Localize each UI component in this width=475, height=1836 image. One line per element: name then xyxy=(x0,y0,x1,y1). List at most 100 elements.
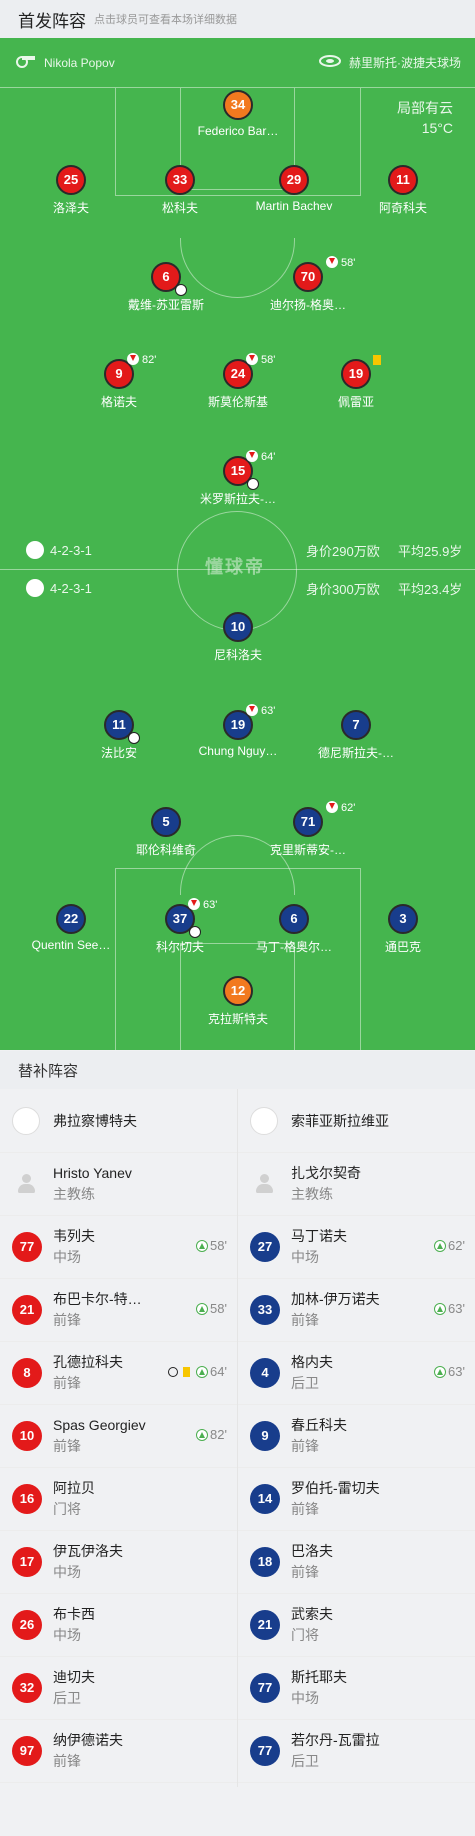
team-name: 弗拉察博特夫 xyxy=(53,1112,137,1129)
coach-avatar-icon xyxy=(16,1174,36,1194)
sub-player-number: 4 xyxy=(250,1358,280,1388)
referee-name: Nikola Popov xyxy=(44,55,115,70)
player-number: 12 xyxy=(223,976,253,1006)
sub-player-row[interactable]: 21 武索夫 门将 xyxy=(238,1594,475,1657)
sub-player-row[interactable]: 77 斯托耶夫 中场 xyxy=(238,1657,475,1720)
player-home-6[interactable]: 6 戴维-苏亚雷斯 xyxy=(106,262,226,313)
sub-player-row[interactable]: 17 伊瓦伊洛夫 中场 xyxy=(0,1531,237,1594)
home-coach-row[interactable]: Hristo Yanev 主教练 xyxy=(0,1153,237,1216)
player-away-3[interactable]: 3 通巴克 xyxy=(343,904,463,955)
sub-out-badge: 58' xyxy=(246,353,275,366)
sub-player-row[interactable]: 18 巴洛夫 前锋 xyxy=(238,1531,475,1594)
sub-in-time: 64' xyxy=(168,1364,227,1379)
player-away-22[interactable]: 22 Quentin See… xyxy=(11,904,131,952)
player-number: 3 xyxy=(388,904,418,934)
sub-player-position: 前锋 xyxy=(291,1312,319,1328)
sub-player-number: 16 xyxy=(12,1484,42,1514)
away-coach-row[interactable]: 扎戈尔契奇 主教练 xyxy=(238,1153,475,1216)
sub-in-time: 58' xyxy=(196,1301,227,1316)
player-away-71[interactable]: 71 克里斯蒂安-… 62' xyxy=(248,801,368,858)
weather: 局部有云 15°C xyxy=(397,98,453,138)
sub-player-name: 伊瓦伊洛夫 xyxy=(53,1543,123,1559)
sub-player-position: 中场 xyxy=(53,1249,81,1265)
sub-player-position: 后卫 xyxy=(53,1690,81,1706)
player-away-37[interactable]: 37 科尔切夫 63' xyxy=(120,898,240,955)
player-home-34[interactable]: 34 Federico Bar… xyxy=(178,90,298,138)
pitch: Nikola Popov 赫里斯托·波捷夫球场 局部有云 15°C 34 Fed… xyxy=(0,38,475,1050)
match-info-bar: Nikola Popov 赫里斯托·波捷夫球场 xyxy=(0,38,475,88)
sub-out-icon xyxy=(326,256,338,268)
team-logo-icon xyxy=(12,1106,40,1135)
stadium-icon xyxy=(319,55,341,70)
player-away-11[interactable]: 11 法比安 xyxy=(59,710,179,761)
sub-player-number: 32 xyxy=(12,1673,42,1703)
sub-player-position: 后卫 xyxy=(291,1753,319,1769)
sub-player-row[interactable]: 32 迪切夫 后卫 xyxy=(0,1657,237,1720)
sub-out-badge: 63' xyxy=(246,704,275,717)
sub-player-row[interactable]: 4 格内夫 后卫 63' xyxy=(238,1342,475,1405)
player-home-25[interactable]: 25 洛泽夫 xyxy=(11,165,131,216)
sub-in-time: 82' xyxy=(196,1427,227,1442)
sub-in-icon xyxy=(196,1365,209,1378)
sub-player-row[interactable]: 8 孔德拉科夫 前锋 64' xyxy=(0,1342,237,1405)
sub-player-name: 孔德拉科夫 xyxy=(53,1354,123,1370)
sub-player-name: Spas Georgiev xyxy=(53,1417,146,1433)
home-subs-column: 弗拉察博特夫 Hristo Yanev 主教练 77 韦列夫 中场 58' 21 布巴卡尔-特…… xyxy=(0,1089,237,1783)
player-away-6[interactable]: 6 马丁-格奥尔… xyxy=(234,904,354,955)
player-home-33[interactable]: 33 松科夫 xyxy=(120,165,240,216)
player-away-10[interactable]: 10 尼科洛夫 xyxy=(178,612,298,663)
player-name: 格诺夫 xyxy=(100,395,137,409)
away-avg-age: 平均23.4岁 xyxy=(398,581,463,597)
player-home-19[interactable]: 19 佩雷亚 xyxy=(296,355,416,410)
sub-in-icon xyxy=(434,1365,447,1378)
sub-player-row[interactable]: 16 阿拉贝 门将 xyxy=(0,1468,237,1531)
player-name: 法比安 xyxy=(100,746,137,760)
player-home-15[interactable]: 15 米罗斯拉夫-… 64' xyxy=(178,450,298,507)
sub-player-row[interactable]: 21 布巴卡尔-特… 前锋 58' xyxy=(0,1279,237,1342)
home-team-row[interactable]: 弗拉察博特夫 xyxy=(0,1089,237,1153)
sub-player-row[interactable]: 77 若尔丹-瓦雷拉 后卫 xyxy=(238,1720,475,1783)
player-home-24[interactable]: 24 斯莫伦斯基 58' xyxy=(178,353,298,410)
yellow-card-icon xyxy=(373,355,381,365)
sub-player-name: 布巴卡尔-特… xyxy=(53,1291,142,1307)
player-home-9[interactable]: 9 格诺夫 82' xyxy=(59,353,179,410)
goal-ball-icon xyxy=(168,1366,179,1377)
player-number: 34 xyxy=(223,90,253,120)
away-team-row[interactable]: 索菲亚斯拉维亚 xyxy=(238,1089,475,1153)
venue: 赫里斯托·波捷夫球场 xyxy=(319,54,461,71)
sub-player-row[interactable]: 97 纳伊德诺夫 前锋 xyxy=(0,1720,237,1783)
sub-player-number: 77 xyxy=(12,1232,42,1262)
player-away-19[interactable]: 19 Chung Nguy… 63' xyxy=(178,704,298,758)
player-home-29[interactable]: 29 Martin Bachev xyxy=(234,165,354,213)
player-number: 6 xyxy=(279,904,309,934)
sub-player-row[interactable]: 9 春丘科夫 前锋 xyxy=(238,1405,475,1468)
sub-player-row[interactable]: 26 布卡西 中场 xyxy=(0,1594,237,1657)
player-away-12[interactable]: 12 克拉斯特夫 xyxy=(178,976,298,1027)
sub-player-row[interactable]: 14 罗伯托-雷切夫 前锋 xyxy=(238,1468,475,1531)
sub-in-icon xyxy=(196,1428,209,1441)
player-name: Martin Bachev xyxy=(255,199,333,213)
weather-temp: 15°C xyxy=(421,120,453,136)
sub-out-badge: 82' xyxy=(127,353,156,366)
player-number: 25 xyxy=(56,165,86,195)
sub-in-time: 63' xyxy=(434,1301,465,1316)
sub-player-row[interactable]: 10 Spas Georgiev 前锋 82' xyxy=(0,1405,237,1468)
home-team-summary: 4-2-3-1 身价290万欧 平均25.9岁 xyxy=(0,538,475,562)
player-away-7[interactable]: 7 德尼斯拉夫-… xyxy=(296,710,416,761)
player-away-5[interactable]: 5 耶伦科维奇 xyxy=(106,807,226,858)
player-home-11[interactable]: 11 阿奇科夫 xyxy=(343,165,463,216)
coach-avatar-icon xyxy=(254,1174,274,1194)
sub-player-row[interactable]: 27 马丁诺夫 中场 62' xyxy=(238,1216,475,1279)
whistle-icon xyxy=(16,54,36,71)
sub-player-number: 97 xyxy=(12,1736,42,1766)
sub-player-name: 布卡西 xyxy=(53,1606,95,1622)
player-home-70[interactable]: 70 迪尔扬-格奥… 58' xyxy=(248,256,368,313)
sub-player-position: 前锋 xyxy=(291,1501,319,1517)
sub-player-position: 后卫 xyxy=(291,1375,319,1391)
player-name: 迪尔扬-格奥… xyxy=(270,298,346,312)
sub-player-row[interactable]: 77 韦列夫 中场 58' xyxy=(0,1216,237,1279)
away-team-logo-icon xyxy=(26,579,44,597)
sub-player-row[interactable]: 33 加林-伊万诺夫 前锋 63' xyxy=(238,1279,475,1342)
sub-player-name: 罗伯托-雷切夫 xyxy=(291,1480,380,1496)
player-number: 71 xyxy=(293,807,323,837)
